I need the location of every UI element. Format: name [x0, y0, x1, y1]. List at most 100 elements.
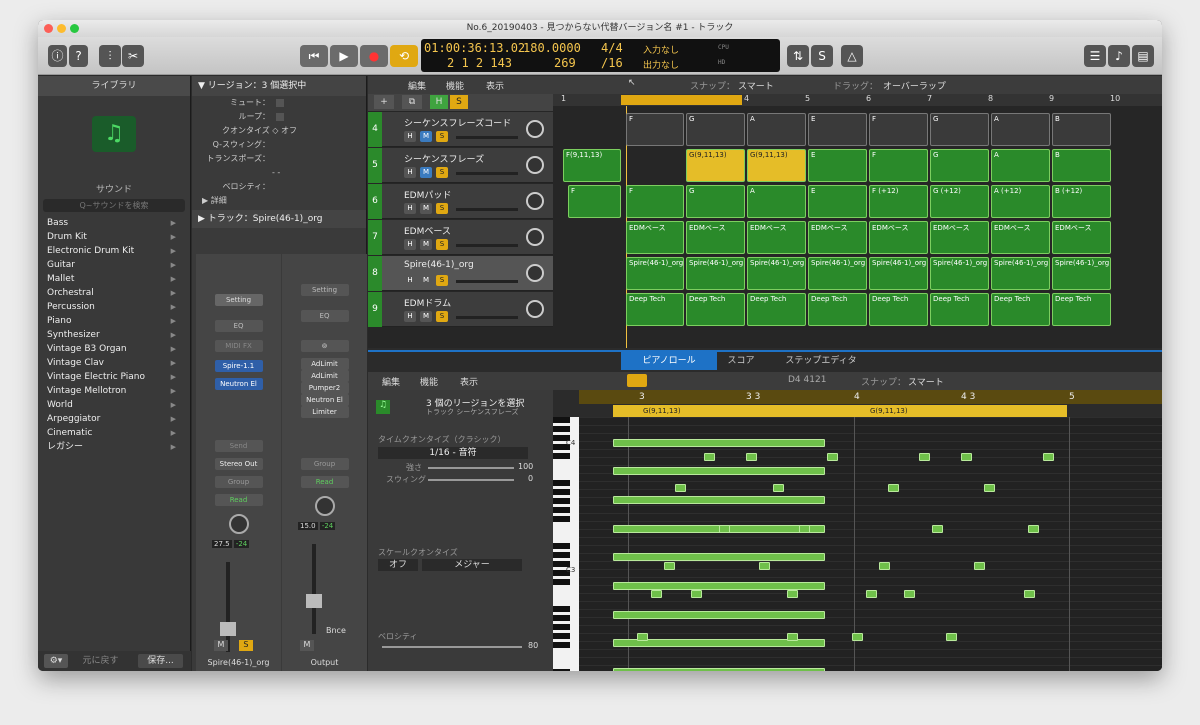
midi-note[interactable] — [746, 453, 757, 461]
midi-note[interactable] — [691, 590, 702, 598]
track-pan-knob[interactable] — [526, 120, 544, 138]
midi-note[interactable] — [651, 590, 662, 598]
library-item[interactable]: Orchestral — [38, 286, 190, 300]
library-item[interactable]: Vintage Electric Piano — [38, 370, 190, 384]
output-eq-button[interactable]: EQ — [300, 310, 349, 322]
black-key[interactable] — [553, 417, 570, 423]
track-pan-knob[interactable] — [526, 192, 544, 210]
track-region[interactable]: EDMベース — [686, 221, 745, 254]
cycle-button[interactable]: ⟲ — [390, 45, 418, 67]
link-icon[interactable]: ⊚ — [300, 340, 349, 352]
zoom-window-button[interactable] — [70, 24, 79, 33]
track-pan-knob[interactable] — [526, 228, 544, 246]
midi-note[interactable] — [613, 582, 825, 590]
track-header[interactable]: 8 Spire(46-1)_org H M S — [368, 256, 553, 291]
midi-in-button[interactable] — [627, 374, 647, 387]
metronome-icon[interactable]: △ — [841, 45, 863, 67]
track-header[interactable]: 7 EDMベース H M S — [368, 220, 553, 255]
loop-checkbox[interactable] — [276, 113, 284, 121]
output-group-slot[interactable]: Group — [300, 458, 349, 470]
black-key[interactable] — [553, 489, 570, 495]
snap-select[interactable]: スマート — [738, 79, 774, 92]
track-region[interactable]: B — [1052, 149, 1111, 182]
library-item[interactable]: Synthesizer — [38, 328, 190, 342]
tuner-icon[interactable]: ⇅ — [787, 45, 809, 67]
track-name[interactable]: シーケンスフレーズ — [404, 152, 484, 165]
black-key[interactable] — [553, 552, 570, 558]
pointer-tool-icon[interactable]: ↖ — [628, 78, 636, 88]
track-region[interactable]: F (+12) — [869, 185, 928, 218]
midi-note[interactable] — [613, 496, 825, 504]
track-pan-knob[interactable] — [526, 264, 544, 282]
track-region[interactable]: Deep Tech — [869, 293, 928, 326]
track-pan-knob[interactable] — [526, 300, 544, 318]
library-item[interactable]: Vintage Mellotron — [38, 384, 190, 398]
swing-slider[interactable] — [428, 479, 514, 481]
strength-slider[interactable] — [428, 467, 514, 469]
minimize-window-button[interactable] — [57, 24, 66, 33]
track-volume-slider[interactable] — [456, 316, 518, 319]
send-slot[interactable]: Send — [214, 440, 263, 452]
mixer-icon[interactable]: ⫶ — [99, 45, 121, 67]
track-region[interactable]: E — [808, 185, 867, 218]
editor-snap-select[interactable]: スマート — [908, 375, 944, 388]
midi-note[interactable] — [1024, 590, 1035, 598]
editor-region-bar-1[interactable]: G(9,11,13) — [613, 405, 854, 417]
solo-button[interactable]: S — [238, 640, 253, 651]
instrument-slot[interactable]: Spire-1.1 — [214, 360, 263, 372]
play-button[interactable]: ▶ — [330, 45, 358, 67]
track-hide-button[interactable]: H — [404, 167, 416, 178]
black-key[interactable] — [553, 615, 570, 621]
track-region[interactable]: Deep Tech — [626, 293, 684, 326]
black-key[interactable] — [553, 579, 570, 585]
output-fx-slot[interactable]: Pumper2 — [300, 382, 349, 394]
track-region[interactable]: Spire(46-1)_org — [930, 257, 989, 290]
track-region[interactable]: Spire(46-1)_org — [991, 257, 1050, 290]
fader-cap[interactable] — [220, 622, 236, 636]
scale-type-select[interactable]: メジャー — [422, 559, 522, 571]
midi-note[interactable] — [946, 633, 957, 641]
drag-select[interactable]: オーバーラップ — [883, 79, 946, 92]
track-mute-button[interactable]: M — [420, 131, 432, 142]
track-volume-slider[interactable] — [456, 136, 518, 139]
track-region[interactable]: G — [686, 185, 745, 218]
midi-note[interactable] — [704, 453, 715, 461]
save-button[interactable]: 保存... — [138, 654, 183, 668]
track-region[interactable]: F(9,11,13) — [563, 149, 621, 182]
scale-off-select[interactable]: オフ — [378, 559, 418, 571]
revert-button[interactable]: 元に戻す — [78, 654, 123, 668]
track-region[interactable]: EDMベース — [747, 221, 806, 254]
library-item[interactable]: Cinematic — [38, 426, 190, 440]
track-region[interactable]: EDMベース — [808, 221, 867, 254]
track-name[interactable]: EDMベース — [404, 224, 451, 237]
track-volume-slider[interactable] — [456, 280, 518, 283]
track-region[interactable]: Deep Tech — [808, 293, 867, 326]
track-hide-button[interactable]: H — [404, 131, 416, 142]
midi-note[interactable] — [1028, 525, 1039, 533]
track-volume-slider[interactable] — [456, 172, 518, 175]
editor-tab[interactable]: ステップエディタ — [781, 352, 861, 370]
track-region[interactable]: Deep Tech — [930, 293, 989, 326]
midi-note[interactable] — [787, 590, 798, 598]
output-mute-button[interactable]: M — [300, 640, 314, 651]
track-region[interactable]: Spire(46-1)_org — [869, 257, 928, 290]
record-button[interactable]: ● — [360, 45, 388, 67]
editor-region-bar-2[interactable]: G(9,11,13) — [854, 405, 1067, 417]
black-key[interactable] — [553, 480, 570, 486]
library-item[interactable]: Vintage B3 Organ — [38, 342, 190, 356]
track-region[interactable]: E — [808, 113, 867, 146]
automation-read[interactable]: Read — [214, 494, 263, 506]
track-mute-button[interactable]: M — [420, 311, 432, 322]
output-fader-cap[interactable] — [306, 594, 322, 608]
black-key[interactable] — [553, 642, 570, 648]
black-key[interactable] — [553, 633, 570, 639]
library-item[interactable]: Vintage Clav — [38, 356, 190, 370]
midi-note[interactable] — [759, 562, 770, 570]
cycle-range[interactable] — [621, 95, 742, 105]
midi-note[interactable] — [637, 633, 648, 641]
track-solo-button[interactable]: S — [436, 203, 448, 214]
track-hide-button[interactable]: H — [404, 239, 416, 250]
pan-knob[interactable] — [228, 514, 249, 534]
midi-note[interactable] — [919, 453, 930, 461]
editor-tab[interactable]: スコア — [701, 352, 781, 370]
